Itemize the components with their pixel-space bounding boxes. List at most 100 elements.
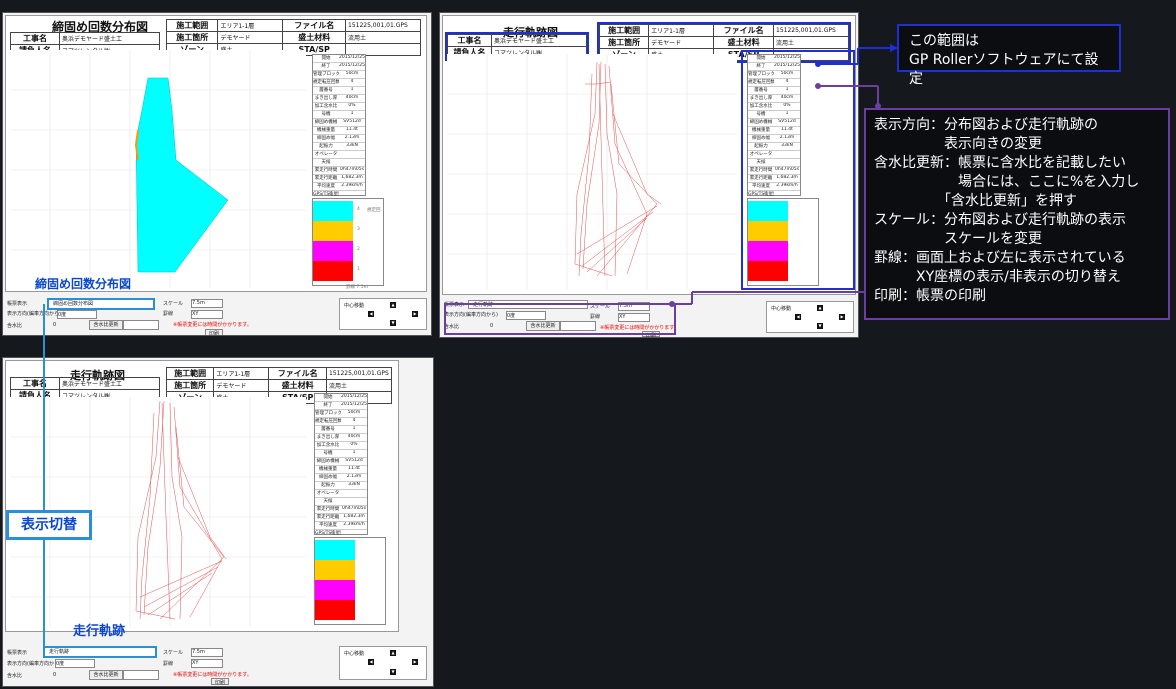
info-label: 機械重量 <box>319 467 337 472</box>
scale-select[interactable]: 7.5m <box>191 299 223 308</box>
info-value <box>774 151 800 158</box>
info-label: 層番号 <box>319 88 333 93</box>
moisture-input[interactable] <box>123 320 159 330</box>
legend-panel <box>747 198 819 286</box>
legend-swatch-4 <box>313 201 353 221</box>
moisture-update-button[interactable]: 含水比更新 <box>89 320 123 330</box>
info-label: オペレータ <box>314 152 338 157</box>
note-line: スケール：分布図および走行軌跡の表示 <box>874 212 1126 228</box>
move-left-button[interactable]: ◀ <box>368 659 374 665</box>
file-value: 151225,001,01.GPS <box>345 19 421 32</box>
scale-label: スケール <box>163 301 184 307</box>
move-right-button[interactable]: ▶ <box>839 314 845 320</box>
info-label: 累走行時間 <box>314 168 338 173</box>
center-move-pad: 中心移動 ▲ ◀ ▶ ▼ <box>766 301 854 333</box>
info-value <box>339 159 365 166</box>
direction-select[interactable]: 0度 <box>57 310 97 319</box>
screenshot-trajectory-top: 走行軌跡図 施工範囲 エリア1-1層 ファイル名 151225,001,01.GPS … <box>439 12 859 338</box>
survey-range-value: エリア1-1層 <box>217 19 284 32</box>
move-down-button[interactable]: ▼ <box>390 669 396 675</box>
info-row: 開始 2015/12/25 12:14:53 <box>748 55 800 63</box>
control-bar: 帳票表示 走行軌跡 表示方向(編車方向から) 0度 含水比 0 含水比更新 スケ… <box>3 644 433 686</box>
move-right-button[interactable]: ▶ <box>412 311 418 317</box>
info-value: 11.4t <box>781 127 793 132</box>
warning-text: ※帳票変更には時間がかかります。 <box>173 322 252 328</box>
file-label: ファイル名 <box>282 19 346 32</box>
print-button[interactable]: 印刷 <box>205 329 223 335</box>
info-label: 天候 <box>756 160 766 165</box>
info-label: オペレータ <box>316 491 340 496</box>
grid-select[interactable]: XY <box>191 659 223 668</box>
info-label: 締固め幅 <box>752 136 770 141</box>
info-value: 2.13m <box>779 135 795 140</box>
info-label: 締固め機械 <box>749 120 773 125</box>
moisture-input[interactable] <box>123 670 159 680</box>
info-label: 号機 <box>323 451 333 456</box>
display-toggle-badge: 表示切替 <box>6 510 92 540</box>
info-row: 層番号 1 <box>313 87 365 95</box>
legend-swatch-2 <box>313 241 353 261</box>
info-row: 終了 2015/12/25 16:17:57 <box>313 63 365 71</box>
info-value <box>774 191 800 198</box>
location-value: デモヤード <box>217 31 284 44</box>
info-value <box>341 490 367 497</box>
controls-highlight <box>444 303 676 335</box>
move-left-button[interactable]: ◀ <box>795 314 801 320</box>
info-row: 開始 2015/12/25 12:14:53 <box>313 55 365 63</box>
info-value: 0% <box>783 103 791 108</box>
grid-select[interactable]: XY <box>191 310 223 319</box>
info-label: 号機 <box>756 112 766 117</box>
display-select[interactable]: 走行軌跡 <box>43 646 157 658</box>
survey-range-label: 施工範囲 <box>165 19 219 32</box>
info-row: 天候 <box>748 159 800 167</box>
move-up-button[interactable]: ▲ <box>390 650 396 656</box>
compaction-map-svg <box>10 50 306 288</box>
info-label: GPS/TS衛星数 <box>313 192 339 197</box>
info-label: GPS/TS衛星数 <box>315 531 341 536</box>
caption-trajectory: 走行軌跡 <box>73 624 126 639</box>
info-value: 2015/12/25 12:14:53 <box>339 55 365 60</box>
move-right-button[interactable]: ▶ <box>412 659 418 665</box>
info-value: 2.13m <box>344 135 360 140</box>
print-button[interactable]: 印刷 <box>211 678 229 686</box>
location-label: 施工箇所 <box>165 31 219 44</box>
software-range-line1: この範囲は <box>909 33 979 49</box>
direction-select[interactable]: 0度 <box>55 659 95 668</box>
info-label: 累走行距離 <box>314 176 338 181</box>
project-value: 奥浜デモヤード盛土工 <box>59 32 160 45</box>
info-value: 33kN <box>346 143 358 148</box>
display-label: 帳票表示 <box>7 301 28 307</box>
info-row: 累走行時間 0h47m05s <box>315 506 367 514</box>
report-sheet: 走行軌跡図 施工範囲 エリア1-1層 ファイル名 151225,001,01.GPS … <box>5 360 399 632</box>
info-value: 33kN <box>348 482 360 487</box>
move-left-button[interactable]: ◀ <box>368 311 374 317</box>
grid-label: 罫線 <box>163 311 174 317</box>
info-label: 開始 <box>323 395 333 400</box>
info-label: 締固め機械 <box>316 459 340 464</box>
info-value: 40cm <box>345 95 359 100</box>
info-label: 累走行距離 <box>749 176 773 181</box>
move-up-button[interactable]: ▲ <box>390 302 396 308</box>
display-select[interactable]: 締固め回数分布図 <box>47 298 155 310</box>
info-value: SV512d <box>343 119 361 124</box>
info-label: 機械重量 <box>752 128 770 133</box>
scale-select[interactable]: 7.5m <box>191 648 223 657</box>
info-row: 加工含水比 0% <box>748 103 800 111</box>
project-label: 工事名 <box>10 32 60 45</box>
info-row: 平均速度 2.39km/h <box>315 522 367 530</box>
info-value: 0% <box>348 103 356 108</box>
info-value: 2.39km/h <box>776 183 798 188</box>
move-down-button[interactable]: ▼ <box>817 323 823 329</box>
moisture-update-button[interactable]: 含水比更新 <box>89 670 123 680</box>
trajectory-lines <box>135 400 227 620</box>
move-up-button[interactable]: ▲ <box>817 305 823 311</box>
info-row: 締固め機械 SV512d <box>313 119 365 127</box>
info-value: 40cm <box>780 95 794 100</box>
info-row: 平均速度 2.39km/h <box>313 183 365 191</box>
info-label: 天候 <box>323 499 333 504</box>
info-label: 加工含水比 <box>749 104 773 109</box>
info-value: 4 <box>352 418 356 423</box>
info-value: 1 <box>350 87 354 92</box>
move-down-button[interactable]: ▼ <box>390 320 396 326</box>
info-row: 機械重量 11.4t <box>313 127 365 135</box>
